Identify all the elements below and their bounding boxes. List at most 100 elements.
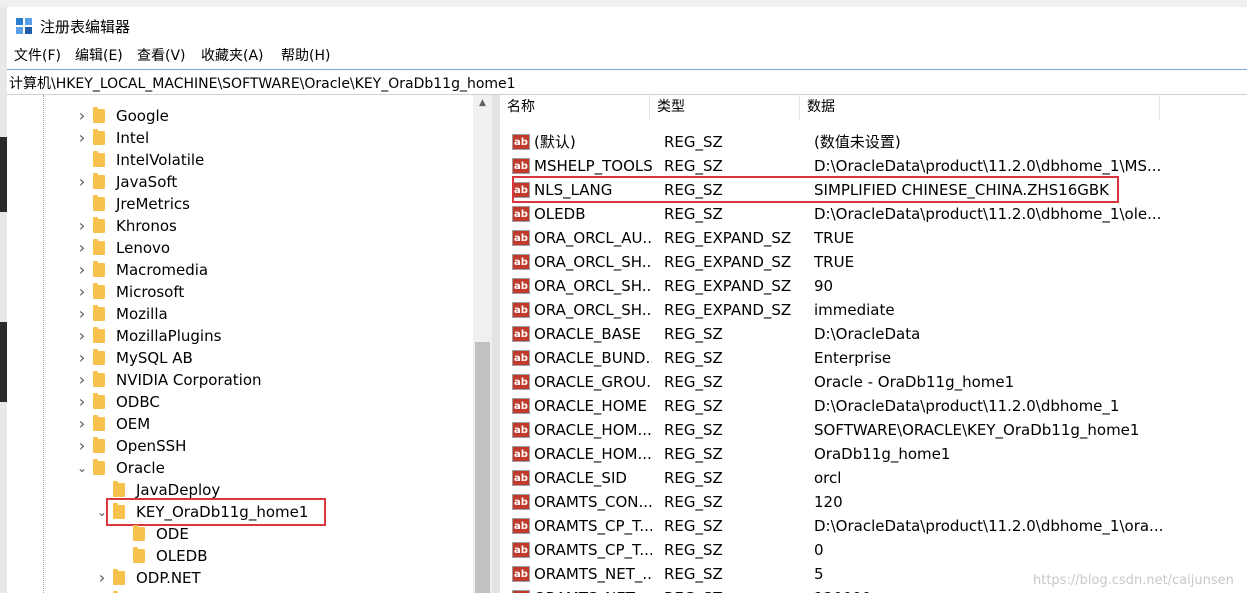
key-tree-pane[interactable]: › Google › Intel IntelVolatile › JavaSoft JreMe… (7, 95, 492, 593)
menu-help[interactable]: 帮助(H) (281, 45, 330, 65)
reg-string-icon: ab (512, 182, 530, 198)
value-row[interactable]: ab ORACLE_BASE REG_SZ D:\OracleData (500, 322, 1247, 346)
value-row[interactable]: ab ORAMTS_CP_T... REG_SZ 0 (500, 538, 1247, 562)
value-row[interactable]: ab ORACLE_GROU... REG_SZ Oracle - OraDb11g_… (500, 370, 1247, 394)
pane-splitter[interactable] (492, 95, 500, 593)
tree-item[interactable]: › OEM (7, 413, 492, 435)
value-name: (默认) (534, 133, 576, 151)
value-row[interactable]: ab NLS_LANG REG_SZ SIMPLIFIED CHINESE_CHINA… (500, 178, 1247, 202)
tree-item[interactable]: › Mozilla (7, 303, 492, 325)
value-row[interactable]: ab ORACLE_HOM... REG_SZ SOFTWARE\ORACLE\KEY… (500, 418, 1247, 442)
tree-item-label: ODP.NET (136, 569, 201, 587)
tree-item[interactable]: ⌄ KEY_OraDb11g_home1 (7, 501, 492, 523)
chevron-right-icon[interactable]: › (76, 105, 88, 127)
values-pane[interactable]: 名称 类型 数据 ab (默认) REG_SZ (数值未设置) ab MSHELP_TOO… (500, 95, 1247, 593)
address-path[interactable]: 计算机\HKEY_LOCAL_MACHINE\SOFTWARE\Oracle\K… (9, 73, 516, 93)
value-type: REG_EXPAND_SZ (664, 229, 792, 247)
chevron-right-icon[interactable]: › (76, 215, 88, 237)
column-header-name[interactable]: 名称 (500, 95, 650, 119)
menu-edit[interactable]: 编辑(E) (75, 45, 123, 65)
chevron-right-icon[interactable]: › (96, 589, 108, 593)
value-row[interactable]: ab ORA_ORCL_SH... REG_EXPAND_SZ TRUE (500, 250, 1247, 274)
chevron-down-icon[interactable]: ⌄ (76, 457, 88, 479)
tree-item-label: OLEDB (156, 547, 208, 565)
chevron-right-icon[interactable]: › (76, 259, 88, 281)
address-bar[interactable]: 计算机\HKEY_LOCAL_MACHINE\SOFTWARE\Oracle\K… (7, 69, 1247, 95)
tree-item[interactable]: JavaDeploy (7, 479, 492, 501)
reg-string-icon: ab (512, 518, 530, 534)
chevron-down-icon[interactable]: ⌄ (96, 501, 108, 523)
tree-item[interactable]: › JavaSoft (7, 171, 492, 193)
tree-item[interactable]: › Khronos (7, 215, 492, 237)
value-row[interactable]: ab ORA_ORCL_SH... REG_EXPAND_SZ immediate (500, 298, 1247, 322)
chevron-right-icon[interactable]: › (76, 325, 88, 347)
tree-item[interactable]: ODE (7, 523, 492, 545)
value-name: ORA_ORCL_SH... (534, 277, 652, 295)
value-row[interactable]: ab ORAMTS_CP_T... REG_SZ D:\OracleData\prod… (500, 514, 1247, 538)
scroll-thumb[interactable] (475, 342, 490, 593)
background-app-strip-left (0, 7, 7, 593)
value-row[interactable]: ab ORACLE_BUND... REG_SZ Enterprise (500, 346, 1247, 370)
value-row[interactable]: ab ORACLE_SID REG_SZ orcl (500, 466, 1247, 490)
value-row[interactable]: ab MSHELP_TOOLS REG_SZ D:\OracleData\produc… (500, 154, 1247, 178)
chevron-right-icon[interactable]: › (76, 171, 88, 193)
chevron-right-icon[interactable]: › (76, 369, 88, 391)
tree-item[interactable]: › Lenovo (7, 237, 492, 259)
chevron-right-icon[interactable]: › (76, 237, 88, 259)
value-data: SOFTWARE\ORACLE\KEY_OraDb11g_home1 (814, 421, 1140, 439)
tree-item[interactable]: OLEDB (7, 545, 492, 567)
menu-favorites[interactable]: 收藏夹(A) (201, 45, 264, 65)
menu-view[interactable]: 查看(V) (137, 45, 186, 65)
value-data: SIMPLIFIED CHINESE_CHINA.ZHS16GBK (814, 181, 1110, 199)
value-row[interactable]: ab ORA_ORCL_SH... REG_EXPAND_SZ 90 (500, 274, 1247, 298)
tree-item-label: Oracle (116, 459, 165, 477)
chevron-right-icon[interactable]: › (96, 567, 108, 589)
chevron-right-icon[interactable]: › (76, 435, 88, 457)
chevron-right-icon[interactable]: › (76, 281, 88, 303)
tree-item[interactable]: › Google (7, 105, 492, 127)
folder-icon (93, 173, 105, 189)
tree-item[interactable]: › ODBC (7, 391, 492, 413)
value-row[interactable]: ab (默认) REG_SZ (数值未设置) (500, 130, 1247, 154)
scroll-up-arrow-icon[interactable]: ▲ (473, 95, 492, 111)
value-name: NLS_LANG (534, 181, 613, 199)
tree-item[interactable]: › Macromedia (7, 259, 492, 281)
value-data: D:\OracleData\product\11.2.0\dbhome_1\MS… (814, 157, 1162, 175)
value-row[interactable]: ab OLEDB REG_SZ D:\OracleData\product\11.2.… (500, 202, 1247, 226)
chevron-right-icon[interactable]: › (76, 127, 88, 149)
title-bar: 注册表编辑器 (7, 7, 1247, 43)
tree-item[interactable]: IntelVolatile (7, 149, 492, 171)
value-data: immediate (814, 301, 895, 319)
chevron-right-icon[interactable]: › (76, 303, 88, 325)
tree-item[interactable]: › MySQL AB (7, 347, 492, 369)
tree-item[interactable]: › MozillaPlugins (7, 325, 492, 347)
value-type: REG_SZ (664, 205, 723, 223)
tree-item[interactable]: ⌄ Oracle (7, 457, 492, 479)
value-data: orcl (814, 469, 842, 487)
tree-item[interactable]: › ODP.NET (7, 567, 492, 589)
tree-item[interactable]: › NVIDIA Corporation (7, 369, 492, 391)
value-name: ORACLE_SID (534, 469, 627, 487)
folder-icon (93, 195, 105, 211)
value-row[interactable]: ab ORACLE_HOM... REG_SZ OraDb11g_home1 (500, 442, 1247, 466)
tree-item[interactable]: ›OracleMTSRecoveryService (7, 589, 492, 593)
tree-item[interactable]: › Intel (7, 127, 492, 149)
column-header-type[interactable]: 类型 (650, 95, 800, 119)
value-row[interactable]: ab ORAMTS_CON... REG_SZ 120 (500, 490, 1247, 514)
registry-editor-window: 注册表编辑器 文件(F) 编辑(E) 查看(V) 收藏夹(A) 帮助(H) 计算… (7, 7, 1247, 593)
value-name: ORACLE_GROU... (534, 373, 652, 391)
chevron-right-icon[interactable]: › (76, 391, 88, 413)
value-row[interactable]: ab ORACLE_HOME REG_SZ D:\OracleData\product… (500, 394, 1247, 418)
value-row[interactable]: ab ORA_ORCL_AU... REG_EXPAND_SZ TRUE (500, 226, 1247, 250)
column-header-data[interactable]: 数据 (800, 95, 1160, 119)
tree-item[interactable]: JreMetrics (7, 193, 492, 215)
folder-icon (93, 107, 105, 123)
tree-item[interactable]: › OpenSSH (7, 435, 492, 457)
tree-item-label: Microsoft (116, 283, 185, 301)
chevron-right-icon[interactable]: › (76, 347, 88, 369)
chevron-right-icon[interactable]: › (76, 413, 88, 435)
tree-scrollbar[interactable]: ▲ (473, 95, 492, 593)
tree-item[interactable]: › Microsoft (7, 281, 492, 303)
menu-file[interactable]: 文件(F) (14, 45, 61, 65)
reg-string-icon: ab (512, 278, 530, 294)
